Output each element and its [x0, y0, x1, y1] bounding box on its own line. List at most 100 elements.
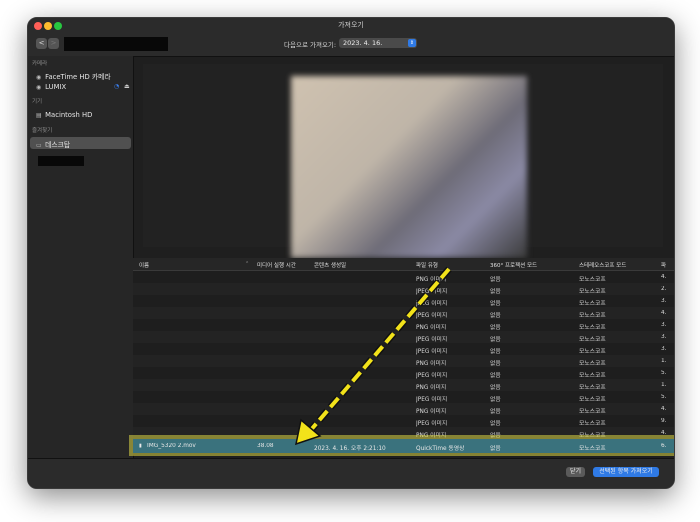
selected-created: 2023. 4. 16. 오후 2:21:10: [314, 446, 386, 452]
import-selected-button[interactable]: 선택된 항목 가져오기: [593, 467, 659, 477]
cell-extra: 3.: [661, 334, 667, 340]
cell-stereo: 모노스코프: [579, 421, 606, 427]
table-row[interactable]: JPEG 이미지 없음 모노스코프 9.: [133, 415, 674, 427]
sidebar-item-lumix[interactable]: ◉ LUMIX: [36, 83, 66, 91]
sidebar-item-label: 데스크탑: [45, 141, 71, 149]
preview-area: [143, 64, 663, 258]
cell-stereo: 모노스코프: [579, 409, 606, 415]
selected-duration: 38.08: [257, 443, 274, 449]
sidebar-item-facetime[interactable]: ◉ FaceTime HD 카메라: [36, 71, 111, 81]
cell-type: JPEG 이미지: [416, 301, 448, 307]
table-row[interactable]: JPEG 이미지 없음 모노스코프 5.: [133, 367, 674, 379]
cell-extra: 4.: [661, 406, 667, 412]
cell-stereo: 모노스코프: [579, 277, 606, 283]
sort-chevron-icon: ⌃: [245, 261, 250, 267]
disk-icon: ▤: [36, 112, 42, 119]
column-extra[interactable]: 파: [661, 261, 666, 269]
file-table: PNG 이미지 없음 모노스코프 4. JPEG 이미지 없음 모노스코프 2. JPEG 이미…: [133, 271, 674, 455]
cell-extra: 2.: [661, 286, 667, 292]
forward-button[interactable]: >: [48, 38, 59, 49]
table-row[interactable]: JPEG 이미지 없음 모노스코프 3.: [133, 343, 674, 355]
cell-extra: 9.: [661, 418, 667, 424]
redacted-path: [64, 37, 168, 51]
cell-projection: 없음: [490, 325, 501, 331]
cell-extra: 3.: [661, 322, 667, 328]
table-header: 이름 ⌃ 미디어 실행 시간 콘텐츠 생성일 파일 유형 360° 프로젝션 모…: [133, 258, 674, 271]
selected-projection: 없음: [490, 446, 501, 452]
column-duration[interactable]: 미디어 실행 시간: [257, 261, 296, 269]
table-row[interactable]: JPEG 이미지 없음 모노스코프 3.: [133, 331, 674, 343]
sync-icon: ◔: [114, 83, 120, 90]
desktop-icon: ▭: [36, 142, 42, 149]
cell-type: PNG 이미지: [416, 361, 447, 367]
cell-type: PNG 이미지: [416, 385, 447, 391]
cell-extra: 1.: [661, 358, 667, 364]
close-button[interactable]: 닫기: [566, 467, 585, 477]
sidebar-item-macintosh-hd[interactable]: ▤ Macintosh HD: [36, 111, 92, 119]
cell-projection: 없음: [490, 277, 501, 283]
column-stereo[interactable]: 스테레오스코프 모드: [579, 261, 626, 269]
cell-projection: 없음: [490, 361, 501, 367]
selected-stereo: 모노스코프: [579, 446, 606, 452]
cell-projection: 없음: [490, 397, 501, 403]
table-row[interactable]: PNG 이미지 없음 모노스코프 1.: [133, 379, 674, 391]
cell-extra: 4.: [661, 274, 667, 280]
sidebar-section-cameras: 카메라: [32, 61, 48, 67]
chevron-updown-icon: ⇕: [408, 39, 416, 47]
cell-type: PNG 이미지: [416, 409, 447, 415]
window-title: 가져오기: [338, 21, 364, 29]
cell-projection: 없음: [490, 337, 501, 343]
column-name[interactable]: 이름: [139, 261, 149, 269]
cell-stereo: 모노스코프: [579, 337, 606, 343]
destination-label: 다음으로 가져오기:: [284, 41, 337, 49]
cell-type: JPEG 이미지: [416, 349, 448, 355]
cell-projection: 없음: [490, 313, 501, 319]
cell-projection: 없음: [490, 409, 501, 415]
cell-extra: 1.: [661, 382, 667, 388]
eject-icon[interactable]: ⏏: [124, 83, 130, 90]
cell-projection: 없음: [490, 385, 501, 391]
preview-image: [291, 76, 527, 258]
cell-extra: 3.: [661, 298, 667, 304]
table-row[interactable]: PNG 이미지 없음 모노스코프 4.: [133, 403, 674, 415]
sidebar-item-desktop[interactable]: ▭ 데스크탑: [36, 139, 70, 149]
cell-stereo: 모노스코프: [579, 313, 606, 319]
cell-extra: 3.: [661, 346, 667, 352]
cell-type: JPEG 이미지: [416, 289, 448, 295]
footer: 닫기 선택된 항목 가져오기: [28, 458, 674, 488]
table-row[interactable]: PNG 이미지 없음 모노스코프 1.: [133, 355, 674, 367]
sidebar-item-label: FaceTime HD 카메라: [45, 73, 111, 81]
destination-value: 2023. 4. 16.: [343, 39, 383, 47]
sidebar-item-label: Macintosh HD: [45, 111, 93, 119]
table-row[interactable]: PNG 이미지 없음 모노스코프 4.: [133, 271, 674, 283]
column-type[interactable]: 파일 유형: [416, 261, 438, 269]
cell-projection: 없음: [490, 421, 501, 427]
cell-stereo: 모노스코프: [579, 373, 606, 379]
destination-popup[interactable]: 2023. 4. 16. ⇕: [339, 38, 417, 48]
camera-icon: ◉: [36, 74, 42, 81]
sidebar: 카메라 ◉ FaceTime HD 카메라 ◉ LUMIX ◔ ⏏ 기기 ▤ M…: [28, 56, 134, 488]
column-created[interactable]: 콘텐츠 생성일: [314, 261, 346, 269]
selected-row[interactable]: ▮ IMG_5320 2.mov 38.08 2023. 4. 16. 오후 2…: [133, 439, 674, 453]
table-row[interactable]: JPEG 이미지 없음 모노스코프 2.: [133, 283, 674, 295]
table-row[interactable]: JPEG 이미지 없음 모노스코프 3.: [133, 295, 674, 307]
cell-projection: 없음: [490, 349, 501, 355]
table-row[interactable]: JPEG 이미지 없음 모노스코프 4.: [133, 307, 674, 319]
sidebar-item-label: LUMIX: [45, 83, 67, 91]
cell-projection: 없음: [490, 289, 501, 295]
cell-stereo: 모노스코프: [579, 325, 606, 331]
table-row[interactable]: PNG 이미지 없음 모노스코프 3.: [133, 319, 674, 331]
cell-type: JPEG 이미지: [416, 397, 448, 403]
title-bar: 가져오기: [28, 18, 674, 34]
camera-icon: ◉: [36, 84, 42, 91]
cell-extra: 4.: [661, 310, 667, 316]
back-button[interactable]: <: [36, 38, 47, 49]
column-projection[interactable]: 360° 프로젝션 모드: [490, 261, 537, 269]
cell-stereo: 모노스코프: [579, 397, 606, 403]
cell-stereo: 모노스코프: [579, 349, 606, 355]
cell-type: JPEG 이미지: [416, 337, 448, 343]
cell-type: PNG 이미지: [416, 277, 447, 283]
sidebar-section-devices: 기기: [32, 99, 43, 105]
selected-extra: 6.: [661, 443, 667, 449]
table-row[interactable]: JPEG 이미지 없음 모노스코프 5.: [133, 391, 674, 403]
